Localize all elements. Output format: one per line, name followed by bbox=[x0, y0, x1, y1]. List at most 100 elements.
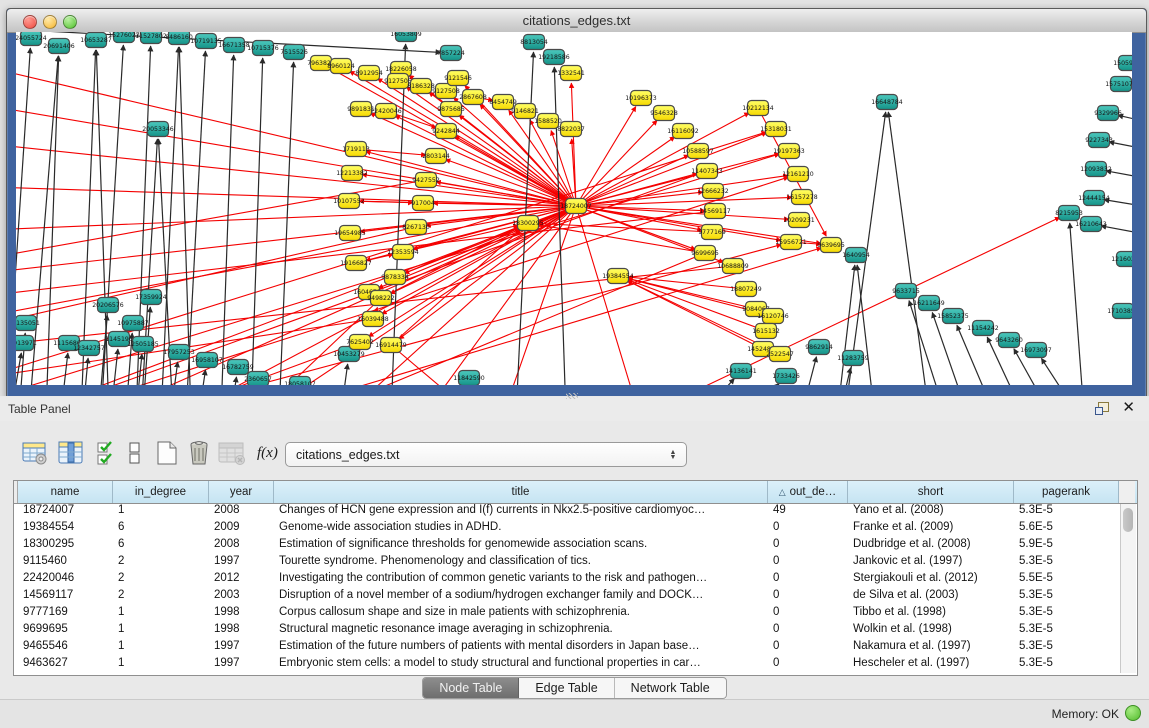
table-row[interactable]: 1456911722003Disruption of a novel membe… bbox=[14, 588, 1119, 605]
column-header-outde[interactable]: △out_de… bbox=[768, 481, 848, 503]
graph-node[interactable]: 7857224 bbox=[437, 46, 465, 61]
scrollbar-thumb[interactable] bbox=[1123, 508, 1133, 532]
float-window-icon[interactable] bbox=[1095, 402, 1108, 414]
graph-node[interactable]: 9242844 bbox=[432, 124, 460, 139]
graph-node[interactable]: 9146821 bbox=[511, 104, 539, 119]
graph-node[interactable]: 11527802 bbox=[135, 32, 167, 44]
table-row[interactable]: 1872400712008Changes of HCN gene express… bbox=[14, 503, 1119, 520]
graph-node[interactable]: 8960124 bbox=[327, 59, 355, 74]
graph-node[interactable]: 8813054 bbox=[520, 35, 548, 50]
graph-node[interactable]: 8215953 bbox=[1055, 206, 1083, 221]
graph-node[interactable]: 9227343 bbox=[1085, 133, 1113, 148]
graph-node[interactable]: 11154242 bbox=[967, 321, 999, 336]
graph-node[interactable]: 1615132 bbox=[752, 324, 780, 339]
graph-node[interactable]: 8912954 bbox=[355, 66, 383, 81]
graph-node[interactable]: 15059547 bbox=[1113, 56, 1132, 71]
graph-node[interactable]: 9546328 bbox=[650, 106, 678, 121]
table-row[interactable]: 946362711997Embryonic stem cells: a mode… bbox=[14, 656, 1119, 673]
window-titlebar[interactable]: citations_edges.txt bbox=[7, 9, 1146, 33]
graph-node[interactable]: 9639695 bbox=[817, 238, 845, 253]
network-view-canvas[interactable]: 2405572420691406106532871527602711527802… bbox=[16, 32, 1132, 385]
table-row[interactable]: 911546021997Tourette syndrome. Phenomeno… bbox=[14, 554, 1119, 571]
graph-node[interactable]: 1733426 bbox=[772, 369, 800, 384]
graph-node[interactable]: 10975887 bbox=[117, 316, 149, 331]
close-icon[interactable]: ✕ bbox=[1122, 401, 1135, 415]
graph-node[interactable]: 9878334 bbox=[381, 270, 409, 285]
graph-node[interactable]: 16053809 bbox=[390, 32, 422, 42]
graph-node[interactable]: 9121546 bbox=[444, 71, 472, 86]
graph-node[interactable]: 15318031 bbox=[760, 122, 792, 137]
graph-node[interactable]: 9427552 bbox=[412, 173, 440, 188]
tab-network-table[interactable]: Network Table bbox=[615, 678, 726, 698]
graph-node[interactable]: 16958107 bbox=[191, 353, 223, 368]
graph-node[interactable]: 9643260 bbox=[995, 333, 1023, 348]
graph-node[interactable]: 12353594 bbox=[387, 245, 419, 260]
pane-resize-grip[interactable] bbox=[566, 393, 578, 399]
column-header-name[interactable]: name bbox=[18, 481, 113, 503]
graph-node[interactable]: 2867608 bbox=[459, 90, 487, 105]
table-row[interactable]: 969969511998Structural magnetic resonanc… bbox=[14, 622, 1119, 639]
graph-node[interactable]: 10209231 bbox=[783, 213, 815, 228]
graph-node[interactable]: 16210643 bbox=[1075, 217, 1107, 232]
graph-node[interactable]: 19218586 bbox=[538, 50, 570, 65]
column-header-pagerank[interactable]: pagerank bbox=[1014, 481, 1119, 503]
graph-node[interactable]: 9777169 bbox=[698, 225, 726, 240]
graph-node[interactable]: 1135051 bbox=[16, 316, 40, 331]
graph-node[interactable]: 2522547 bbox=[766, 347, 794, 362]
graph-node[interactable]: 12444154 bbox=[1078, 191, 1110, 206]
graph-node[interactable]: 9875685 bbox=[437, 102, 465, 117]
graph-node[interactable]: 8822037 bbox=[557, 122, 585, 137]
graph-node[interactable]: 15852375 bbox=[937, 309, 969, 324]
graph-node[interactable]: 8267130 bbox=[402, 220, 430, 235]
graph-node[interactable]: 14136141 bbox=[725, 364, 757, 379]
graph-node[interactable]: 9699695 bbox=[691, 246, 719, 261]
graph-node[interactable]: 16157278 bbox=[786, 190, 818, 205]
graph-node[interactable]: 16671358 bbox=[218, 38, 250, 53]
graph-node[interactable]: 1719113 bbox=[342, 142, 370, 157]
graph-node[interactable]: 9633715 bbox=[892, 284, 920, 299]
graph-node[interactable]: 14569117 bbox=[699, 204, 731, 219]
delete-table-button[interactable] bbox=[185, 438, 213, 468]
merge-columns-button[interactable] bbox=[127, 438, 143, 468]
graph-node[interactable]: 11283759 bbox=[837, 351, 869, 366]
graph-node[interactable]: 18058107 bbox=[284, 377, 316, 386]
graph-node[interactable]: 16211649 bbox=[913, 296, 945, 311]
graph-node[interactable]: 9891831 bbox=[347, 102, 375, 117]
graph-node[interactable]: 9862914 bbox=[805, 340, 833, 355]
column-header-year[interactable]: year bbox=[209, 481, 274, 503]
graph-node[interactable]: 10196373 bbox=[625, 91, 657, 106]
column-header-short[interactable]: short bbox=[848, 481, 1014, 503]
graph-node[interactable]: 2803144 bbox=[422, 149, 450, 164]
graph-node[interactable]: 8486160 bbox=[165, 32, 193, 45]
graph-node[interactable]: 16648784 bbox=[871, 95, 903, 110]
table-row[interactable]: 1938455462009Genome-wide association stu… bbox=[14, 520, 1119, 537]
tab-node-table[interactable]: Node Table bbox=[423, 678, 519, 698]
graph-node[interactable]: 19654985 bbox=[334, 226, 366, 241]
table-row[interactable]: 946554611997Estimation of the future num… bbox=[14, 639, 1119, 656]
graph-node[interactable]: 1640954 bbox=[842, 248, 870, 263]
graph-node[interactable]: 2360657 bbox=[244, 372, 272, 386]
graph-node[interactable]: 12160362 bbox=[1111, 252, 1132, 267]
table-options-button[interactable] bbox=[21, 438, 49, 468]
table-row[interactable]: 2242004622012Investigating the contribut… bbox=[14, 571, 1119, 588]
row-selection-button[interactable] bbox=[95, 438, 119, 468]
graph-node[interactable]: 917004 bbox=[411, 196, 435, 211]
graph-node[interactable]: 9498222 bbox=[367, 291, 395, 306]
graph-node[interactable]: 1332541 bbox=[557, 66, 585, 81]
graph-node[interactable]: 17103852 bbox=[1107, 304, 1132, 319]
table-row[interactable]: 1830029562008Estimation of significance … bbox=[14, 537, 1119, 554]
vertical-scrollbar[interactable] bbox=[1120, 504, 1136, 673]
graph-node[interactable]: 11407343 bbox=[691, 164, 723, 179]
graph-node[interactable]: 11842590 bbox=[453, 371, 485, 386]
new-table-button[interactable] bbox=[153, 438, 181, 468]
graph-node[interactable]: 24055724 bbox=[16, 32, 47, 46]
tab-edge-table[interactable]: Edge Table bbox=[519, 678, 614, 698]
graph-node[interactable]: 16973097 bbox=[1020, 343, 1052, 358]
column-header-indegree[interactable]: in_degree bbox=[113, 481, 209, 503]
graph-node[interactable]: 9329966 bbox=[1094, 106, 1122, 121]
function-builder-button[interactable]: f(x) bbox=[257, 438, 278, 468]
graph-node[interactable]: 16116092 bbox=[667, 124, 699, 139]
graph-node[interactable]: 8186328 bbox=[407, 79, 435, 94]
graph-node[interactable]: 20691406 bbox=[43, 39, 75, 54]
graph-node[interactable]: 10719135 bbox=[190, 34, 222, 49]
